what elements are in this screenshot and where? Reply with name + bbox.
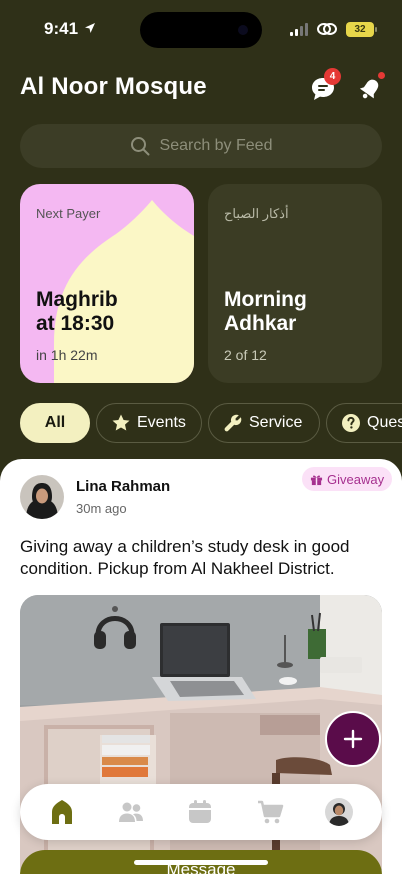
post-text: Giving away a children’s study desk in g… (20, 537, 350, 578)
card-title-line: Maghrib (36, 288, 118, 311)
chip-label: All (44, 414, 66, 431)
morning-adhkar-card[interactable]: أذكار الصباح Morning Adhkar 2 of 12 (208, 184, 382, 383)
chip-questions[interactable]: Ques (326, 403, 402, 443)
home-indicator (134, 860, 268, 865)
battery-level: 32 (354, 24, 366, 35)
tab-cart[interactable] (254, 796, 286, 828)
header: Al Noor Mosque 4 (20, 68, 385, 110)
next-prayer-card[interactable]: Next Payer Maghrib at 18:30 in 1h 22m (20, 184, 194, 383)
tab-people[interactable] (115, 796, 147, 828)
card-title-line: Adhkar (224, 312, 297, 335)
chip-events[interactable]: Events (96, 403, 202, 443)
search-icon (130, 137, 150, 156)
card-title: Morning Adhkar (224, 288, 307, 336)
giveaway-tag: Giveaway (302, 467, 393, 491)
card-label-arabic: أذكار الصباح (224, 206, 289, 221)
author-avatar[interactable] (20, 475, 64, 519)
chip-label: Events (137, 414, 186, 431)
status-bar: 9:41 32 (0, 0, 402, 56)
chip-label: Ques (367, 414, 402, 431)
author-name[interactable]: Lina Rahman (76, 478, 170, 495)
signal-icon (290, 23, 308, 36)
card-label: Next Payer (36, 206, 101, 221)
card-title-line: at 18:30 (36, 312, 115, 335)
tag-label: Giveaway (327, 471, 385, 487)
bottom-tab-bar (20, 784, 382, 840)
chip-all[interactable]: All (20, 403, 90, 443)
notification-badge: 4 (324, 68, 341, 85)
battery-indicator: 32 (346, 22, 377, 37)
cart-icon (258, 800, 284, 824)
people-icon (119, 802, 143, 822)
search-input[interactable]: Search by Feed (20, 124, 382, 168)
tab-calendar[interactable] (184, 796, 216, 828)
search-placeholder: Search by Feed (159, 137, 273, 154)
chip-label: Service (249, 414, 303, 431)
bell-icon[interactable] (358, 76, 382, 102)
card-subtitle: in 1h 22m (36, 347, 98, 363)
status-time: 9:41 (44, 19, 79, 38)
link-icon (317, 23, 337, 35)
profile-avatar[interactable] (325, 798, 353, 826)
card-subtitle: 2 of 12 (224, 347, 267, 363)
calendar-icon (189, 800, 211, 823)
card-title-line: Morning (224, 288, 307, 311)
card-title: Maghrib at 18:30 (36, 288, 118, 336)
filter-chips: All Events Service Ques (20, 403, 402, 443)
gift-icon (310, 474, 323, 485)
chip-service[interactable]: Service (208, 403, 320, 443)
wrench-icon (224, 414, 242, 432)
bell-notification-dot (378, 72, 385, 79)
location-arrow-icon (85, 23, 95, 33)
tab-home[interactable] (46, 796, 78, 828)
question-icon (342, 414, 360, 432)
add-post-button[interactable] (325, 711, 381, 767)
star-icon (112, 414, 130, 431)
page-title: Al Noor Mosque (20, 73, 207, 100)
home-icon (52, 800, 72, 824)
dynamic-island (140, 12, 262, 48)
post-time: 30m ago (76, 501, 127, 516)
plus-icon (343, 729, 363, 749)
